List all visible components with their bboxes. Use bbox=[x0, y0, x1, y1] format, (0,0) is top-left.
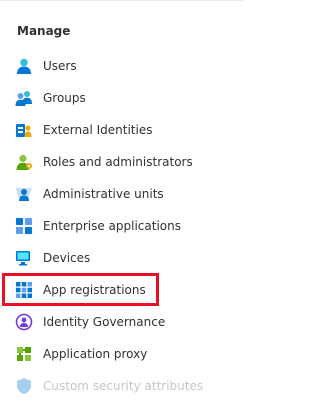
enterprise-apps-icon bbox=[15, 217, 33, 235]
nav-label-roles-and-administrators: Roles and administrators bbox=[43, 155, 193, 169]
nav-item-enterprise-applications[interactable]: Enterprise applications bbox=[0, 210, 243, 242]
nav-label-enterprise-applications: Enterprise applications bbox=[43, 219, 181, 233]
app-registrations-icon bbox=[15, 281, 33, 299]
nav-item-groups[interactable]: Groups bbox=[0, 82, 243, 114]
nav-item-administrative-units[interactable]: Administrative units bbox=[0, 178, 243, 210]
nav-item-app-registrations[interactable]: App registrations bbox=[0, 274, 243, 306]
nav-item-custom-security-attributes[interactable]: Custom security attributes bbox=[0, 370, 243, 402]
nav-label-groups: Groups bbox=[43, 91, 86, 105]
user-icon bbox=[15, 57, 33, 75]
nav-item-users[interactable]: Users bbox=[0, 50, 243, 82]
nav-label-users: Users bbox=[43, 59, 77, 73]
identity-governance-icon bbox=[15, 313, 33, 331]
nav-label-external-identities: External Identities bbox=[43, 123, 153, 137]
top-divider bbox=[0, 0, 243, 1]
manage-nav-list: Users Groups External Identities Roles a… bbox=[0, 50, 243, 402]
nav-item-application-proxy[interactable]: Application proxy bbox=[0, 338, 243, 370]
manage-section-header: Manage bbox=[17, 24, 71, 38]
nav-item-roles-and-administrators[interactable]: Roles and administrators bbox=[0, 146, 243, 178]
custom-security-attributes-icon bbox=[15, 377, 33, 395]
nav-item-identity-governance[interactable]: Identity Governance bbox=[0, 306, 243, 338]
nav-label-custom-security-attributes: Custom security attributes bbox=[43, 379, 204, 393]
nav-label-app-registrations: App registrations bbox=[43, 283, 146, 297]
nav-label-application-proxy: Application proxy bbox=[43, 347, 148, 361]
nav-item-devices[interactable]: Devices bbox=[0, 242, 243, 274]
devices-icon bbox=[15, 249, 33, 267]
administrative-units-icon bbox=[15, 185, 33, 203]
nav-label-administrative-units: Administrative units bbox=[43, 187, 164, 201]
nav-label-devices: Devices bbox=[43, 251, 91, 265]
nav-item-external-identities[interactable]: External Identities bbox=[0, 114, 243, 146]
application-proxy-icon bbox=[15, 345, 33, 363]
group-icon bbox=[15, 89, 33, 107]
nav-label-identity-governance: Identity Governance bbox=[43, 315, 166, 329]
roles-icon bbox=[15, 153, 33, 171]
external-identities-icon bbox=[15, 121, 33, 139]
